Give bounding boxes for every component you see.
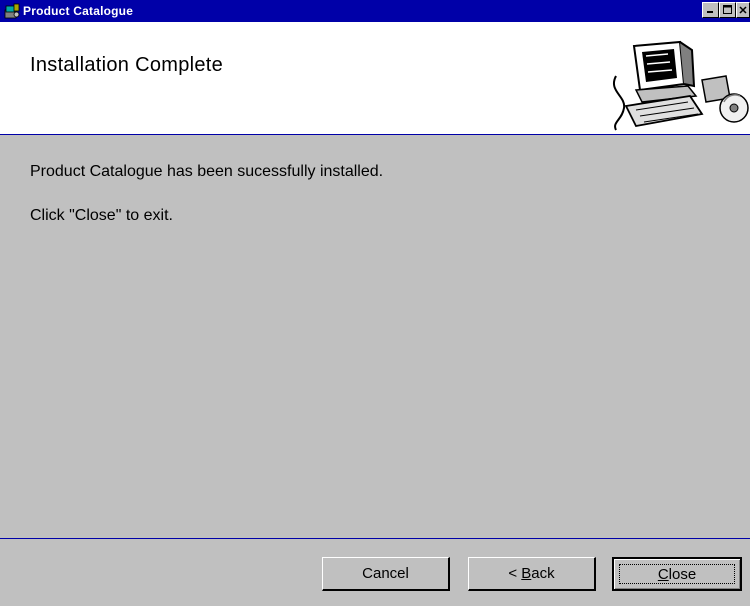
window-title: Product Catalogue [23, 4, 134, 18]
cancel-button-label: Cancel [362, 565, 409, 582]
header-divider [0, 134, 750, 135]
minimize-icon [706, 5, 715, 16]
focus-rectangle [619, 564, 735, 584]
page-title: Installation Complete [30, 54, 224, 76]
maximize-button[interactable] [719, 2, 736, 18]
title-bar[interactable]: Product Catalogue [0, 0, 750, 22]
back-button-mnemonic: B [521, 565, 532, 582]
close-window-button[interactable] [736, 2, 750, 18]
computer-illustration-icon [606, 36, 750, 132]
cancel-button[interactable]: Cancel [322, 557, 450, 591]
back-button[interactable]: < Back [468, 557, 596, 591]
back-button-prefix: < [508, 565, 522, 582]
minimize-button[interactable] [702, 2, 719, 18]
installer-window: Product Catalogue Installation Complete [0, 0, 750, 606]
close-icon [739, 5, 747, 16]
exit-instruction: Click "Close" to exit. [30, 207, 173, 224]
install-success-message: Product Catalogue has been sucessfully i… [30, 163, 384, 180]
wizard-header: Installation Complete [0, 22, 750, 134]
back-button-rest: ack [531, 565, 555, 582]
window-controls [702, 2, 750, 18]
close-button[interactable]: Close [612, 557, 742, 591]
maximize-icon [723, 4, 732, 16]
footer-divider [0, 538, 750, 539]
installer-app-icon[interactable] [2, 1, 22, 21]
